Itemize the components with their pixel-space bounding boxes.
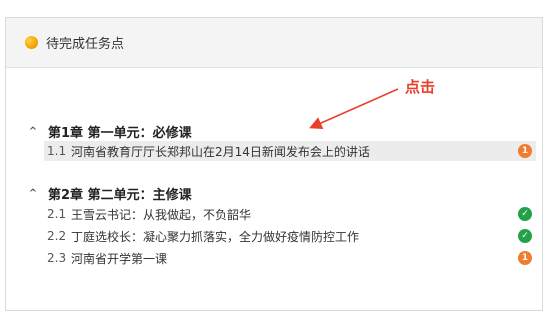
lesson-row-2-1[interactable]: 2.1 王雪云书记：从我做起，不负韶华 ✓ xyxy=(44,204,536,224)
lesson-number: 2.1 xyxy=(47,207,67,221)
lesson-title[interactable]: 河南省教育厅厅长郑邦山在2月14日新闻发布会上的讲话 xyxy=(71,143,518,160)
lesson-row-2-2[interactable]: 2.2 丁庭选校长：凝心聚力抓落实，全力做好疫情防控工作 ✓ xyxy=(44,226,536,246)
pending-badge-icon: 1 xyxy=(518,251,532,265)
completed-check-icon: ✓ xyxy=(518,229,532,243)
chapter-2-header[interactable]: ^ 第2章 第二单元：主修课 xyxy=(26,184,192,203)
lesson-number: 2.2 xyxy=(47,229,67,243)
lesson-number: 2.3 xyxy=(47,251,67,265)
lesson-title[interactable]: 丁庭选校长：凝心聚力抓落实，全力做好疫情防控工作 xyxy=(71,228,518,245)
lesson-number: 1.1 xyxy=(47,144,67,158)
chevron-up-icon[interactable]: ^ xyxy=(26,188,40,199)
lesson-row-1-1[interactable]: 1.1 河南省教育厅厅长郑邦山在2月14日新闻发布会上的讲话 1 xyxy=(44,141,536,161)
chapter-title: 第1章 第一单元：必修课 xyxy=(48,126,192,141)
chapter-title: 第2章 第二单元：主修课 xyxy=(48,188,192,203)
chevron-up-icon[interactable]: ^ xyxy=(26,126,40,137)
lesson-title[interactable]: 王雪云书记：从我做起，不负韶华 xyxy=(71,206,518,223)
annotation-text: 点击 xyxy=(405,78,436,96)
chapter-1-header[interactable]: ^ 第1章 第一单元：必修课 xyxy=(26,122,192,141)
completed-check-icon: ✓ xyxy=(518,207,532,221)
lesson-title[interactable]: 河南省开学第一课 xyxy=(71,250,518,267)
lesson-row-2-3[interactable]: 2.3 河南省开学第一课 1 xyxy=(44,248,536,268)
pending-badge-icon: 1 xyxy=(518,144,532,158)
